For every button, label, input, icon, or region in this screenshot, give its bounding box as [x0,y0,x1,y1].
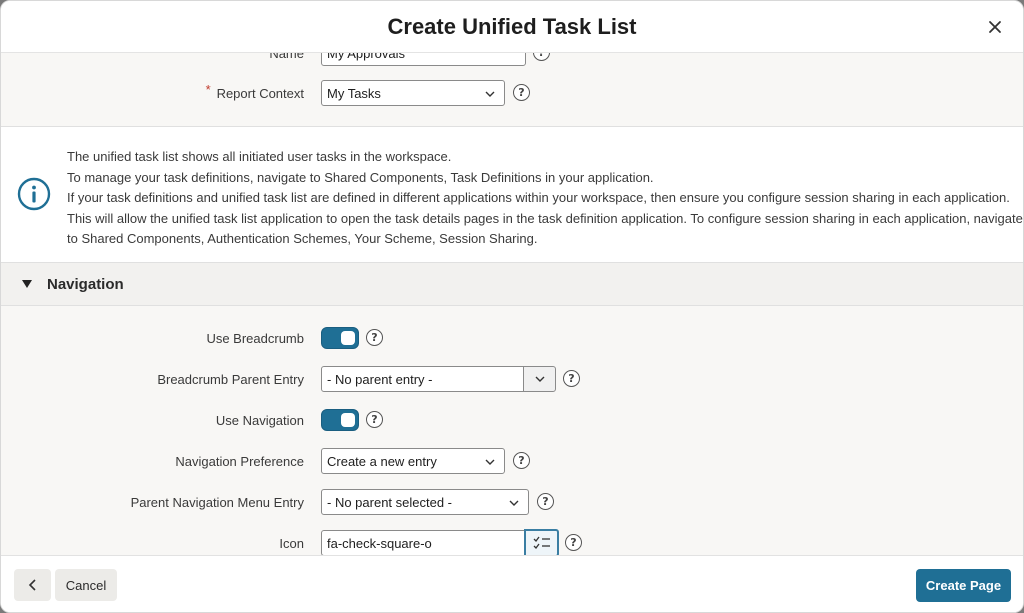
use-breadcrumb-help-icon[interactable]: ? [366,329,383,346]
info-line: This will allow the unified task list ap… [67,210,1023,226]
use-navigation-toggle[interactable] [321,409,359,431]
icon-help-icon[interactable]: ? [565,534,582,551]
chevron-down-icon [485,459,495,465]
icon-input[interactable]: fa-check-square-o [321,530,525,555]
chevron-down-icon [509,500,519,506]
breadcrumb-parent-input[interactable]: - No parent entry - [321,366,524,392]
caret-down-icon [22,280,32,288]
required-indicator: * [205,82,211,97]
breadcrumb-parent-dropdown-button[interactable] [523,366,556,392]
close-button[interactable] [981,13,1009,41]
navigation-section-toggle[interactable]: Navigation [1,263,1023,306]
use-navigation-help-icon[interactable]: ? [366,411,383,428]
info-line: to Shared Components, Authentication Sch… [67,231,538,247]
navigation-preference-help-icon[interactable]: ? [513,452,530,469]
report-context-help-icon[interactable]: ? [513,84,530,101]
info-line: The unified task list shows all initiate… [67,149,452,164]
use-breadcrumb-toggle[interactable] [321,327,359,349]
chevron-down-icon [535,376,544,382]
icon-row: Icon fa-check-square-o ? [1,527,1023,555]
checklist-icon [533,536,550,549]
report-context-select[interactable]: My Tasks [321,80,505,106]
use-navigation-row: Use Navigation ? [1,404,1023,436]
name-row: Name My Approvals ? [1,53,1023,69]
toggle-knob [341,331,355,345]
info-line: If your task definitions and unified tas… [67,190,1010,206]
breadcrumb-parent-help-icon[interactable]: ? [563,370,580,387]
parent-menu-entry-select[interactable]: - No parent selected - [321,489,529,515]
back-button[interactable] [14,569,51,601]
name-input[interactable]: My Approvals [321,53,526,66]
icon-picker-button[interactable] [524,529,559,555]
parent-menu-entry-row: Parent Navigation Menu Entry - No parent… [1,486,1023,518]
breadcrumb-parent-row: Breadcrumb Parent Entry - No parent entr… [1,363,1023,395]
use-breadcrumb-row: Use Breadcrumb ? [1,322,1023,354]
create-unified-task-list-dialog: Create Unified Task List Name My Approva… [0,0,1024,613]
info-text: The unified task list shows all initiate… [67,147,1023,250]
navigation-section-title: Navigation [47,276,124,293]
report-context-row: * Report Context My Tasks ? [1,77,1023,109]
dialog-header: Create Unified Task List [1,1,1023,53]
name-label: Name [269,53,304,61]
parent-menu-entry-help-icon[interactable]: ? [537,493,554,510]
chevron-left-icon [28,579,36,591]
info-region: The unified task list shows all initiate… [1,126,1023,263]
name-help-icon[interactable]: ? [533,53,550,61]
info-line: To manage your task definitions, navigat… [67,169,654,185]
info-circle-icon [17,177,51,211]
cancel-button[interactable]: Cancel [55,569,117,601]
parent-menu-entry-label: Parent Navigation Menu Entry [130,494,304,510]
icon-label: Icon [279,535,304,551]
close-icon [989,21,1001,33]
chevron-down-icon [485,91,495,97]
navigation-preference-row: Navigation Preference Create a new entry… [1,445,1023,477]
dialog-footer: Cancel Create Page [1,555,1023,612]
report-context-label: * Report Context [205,82,304,101]
create-page-button[interactable]: Create Page [916,569,1011,602]
use-navigation-label: Use Navigation [215,412,304,428]
navigation-preference-label: Navigation Preference [175,453,304,469]
breadcrumb-parent-label: Breadcrumb Parent Entry [157,371,304,387]
toggle-knob [341,413,355,427]
use-breadcrumb-label: Use Breadcrumb [206,330,304,346]
navigation-preference-select[interactable]: Create a new entry [321,448,505,474]
dialog-title: Create Unified Task List [387,14,637,39]
dialog-body[interactable]: Name My Approvals ? * Report Context My … [1,53,1023,555]
